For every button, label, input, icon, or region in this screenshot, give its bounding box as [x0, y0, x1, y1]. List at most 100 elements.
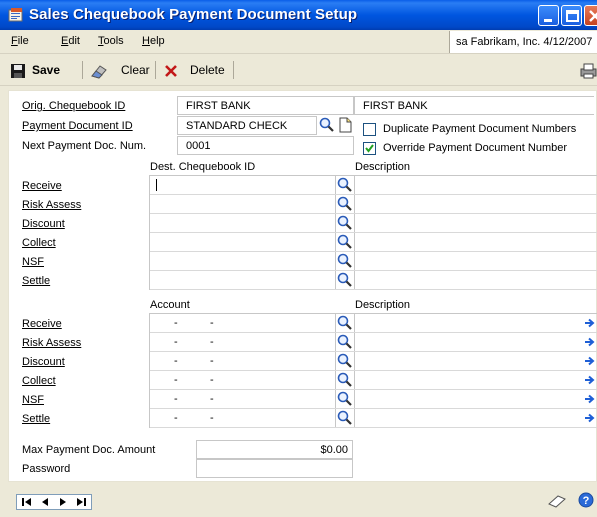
menu-file[interactable]: File — [11, 35, 29, 47]
dest-description-column-header: Description — [355, 161, 411, 173]
account-description-column-header: Description — [355, 299, 411, 311]
eraser-icon — [91, 65, 107, 79]
printer-icon[interactable] — [580, 63, 597, 79]
close-button[interactable] — [584, 5, 597, 26]
grid-row-line — [150, 213, 597, 214]
menu-edit[interactable]: Edit — [61, 35, 80, 47]
account-segment: - — [174, 355, 178, 367]
company-info: sa Fabrikam, Inc. 4/12/2007 — [449, 31, 597, 53]
grid-row-line — [150, 370, 597, 371]
payment-document-id-field[interactable]: STANDARD CHECK — [177, 116, 317, 135]
account-segment: - — [210, 336, 214, 348]
window-title: Sales Chequebook Payment Document Setup — [29, 6, 358, 23]
checkmark-icon — [365, 144, 374, 153]
account-segment: - — [210, 374, 214, 386]
grid-row-line — [150, 194, 597, 195]
account-segment: - — [210, 355, 214, 367]
password-field[interactable] — [196, 459, 353, 478]
dest-row-nsf-label[interactable]: NSF — [22, 256, 44, 268]
account-segment: - — [210, 412, 214, 424]
orig-chequebook-label[interactable]: Orig. Chequebook ID — [22, 100, 125, 112]
menu-tools-label: ools — [103, 35, 124, 47]
lookup-icon[interactable] — [337, 334, 353, 350]
next-payment-doc-field[interactable]: 0001 — [177, 136, 354, 155]
account-row-discount-label[interactable]: Discount — [22, 356, 65, 368]
toolbar-separator — [82, 61, 83, 79]
account-column-header: Account — [150, 299, 190, 311]
account-segment: - — [174, 336, 178, 348]
payment-document-id-label[interactable]: Payment Document ID — [22, 120, 133, 132]
first-record-icon[interactable] — [19, 496, 35, 508]
title-bar[interactable]: Sales Chequebook Payment Document Setup — [0, 0, 597, 30]
dest-row-collect-label[interactable]: Collect — [22, 237, 56, 249]
expand-arrow-icon[interactable] — [585, 394, 595, 404]
minimize-icon — [544, 19, 552, 22]
save-button[interactable]: Save — [32, 63, 60, 77]
previous-record-icon[interactable] — [37, 496, 53, 508]
menu-help[interactable]: Help — [142, 35, 165, 47]
dest-row-risk-assess-label[interactable]: Risk Assess — [22, 199, 81, 211]
lookup-icon[interactable] — [337, 353, 353, 369]
app-window: Sales Chequebook Payment Document Setup … — [0, 0, 597, 517]
form-area: Orig. Chequebook ID FIRST BANK FIRST BAN… — [8, 90, 597, 482]
lookup-icon[interactable] — [337, 410, 353, 426]
lookup-icon[interactable] — [319, 117, 335, 133]
lookup-icon[interactable] — [337, 253, 353, 269]
grid-row-line — [150, 270, 597, 271]
toolbar-separator — [155, 61, 156, 79]
lookup-icon[interactable] — [337, 234, 353, 250]
orig-chequebook-description: FIRST BANK — [354, 96, 594, 115]
grid-row-line — [150, 332, 597, 333]
toolbar: Save Clear Delete — [0, 56, 597, 86]
expand-arrow-icon[interactable] — [585, 375, 595, 385]
clear-button[interactable]: Clear — [121, 63, 150, 77]
grid-row-line — [150, 408, 597, 409]
dest-row-settle-label[interactable]: Settle — [22, 275, 50, 287]
account-row-risk-assess-label[interactable]: Risk Assess — [22, 337, 81, 349]
maximize-button[interactable] — [561, 5, 582, 26]
account-segment: - — [174, 374, 178, 386]
dest-grid — [149, 175, 597, 290]
lookup-icon[interactable] — [337, 315, 353, 331]
menu-tools[interactable]: Tools — [98, 35, 124, 47]
delete-x-icon — [165, 65, 177, 77]
duplicate-numbers-checkbox[interactable] — [363, 123, 376, 136]
account-row-receive-label[interactable]: Receive — [22, 318, 62, 330]
expand-arrow-icon[interactable] — [585, 356, 595, 366]
note-icon[interactable] — [548, 494, 566, 508]
lookup-icon[interactable] — [337, 196, 353, 212]
account-row-nsf-label[interactable]: NSF — [22, 394, 44, 406]
lookup-icon[interactable] — [337, 177, 353, 193]
menu-help-mnemonic: H — [142, 35, 150, 47]
grid-row-line — [150, 251, 597, 252]
expand-arrow-icon[interactable] — [585, 413, 595, 423]
maximize-icon — [566, 10, 579, 22]
expand-arrow-icon[interactable] — [585, 337, 595, 347]
account-segment: - — [174, 317, 178, 329]
next-record-icon[interactable] — [55, 496, 71, 508]
lookup-icon[interactable] — [337, 272, 353, 288]
account-row-collect-label[interactable]: Collect — [22, 375, 56, 387]
delete-button[interactable]: Delete — [190, 63, 225, 77]
last-record-icon[interactable] — [73, 496, 89, 508]
lookup-icon[interactable] — [337, 372, 353, 388]
lookup-icon[interactable] — [337, 215, 353, 231]
orig-chequebook-field[interactable]: FIRST BANK — [177, 96, 354, 115]
next-payment-doc-label: Next Payment Doc. Num. — [22, 140, 147, 152]
max-payment-amount-field[interactable]: $0.00 — [196, 440, 353, 459]
close-icon — [589, 10, 597, 22]
account-segment: - — [210, 393, 214, 405]
account-segment: - — [174, 412, 178, 424]
lookup-icon[interactable] — [337, 391, 353, 407]
new-document-icon[interactable] — [337, 117, 353, 133]
account-row-settle-label[interactable]: Settle — [22, 413, 50, 425]
dest-row-receive-label[interactable]: Receive — [22, 180, 62, 192]
minimize-button[interactable] — [538, 5, 559, 26]
password-label: Password — [22, 463, 71, 475]
dest-row-discount-label[interactable]: Discount — [22, 218, 65, 230]
override-number-checkbox[interactable] — [363, 142, 376, 155]
help-icon[interactable]: ? — [578, 492, 594, 508]
save-icon — [11, 64, 25, 78]
app-icon — [8, 8, 23, 22]
expand-arrow-icon[interactable] — [585, 318, 595, 328]
